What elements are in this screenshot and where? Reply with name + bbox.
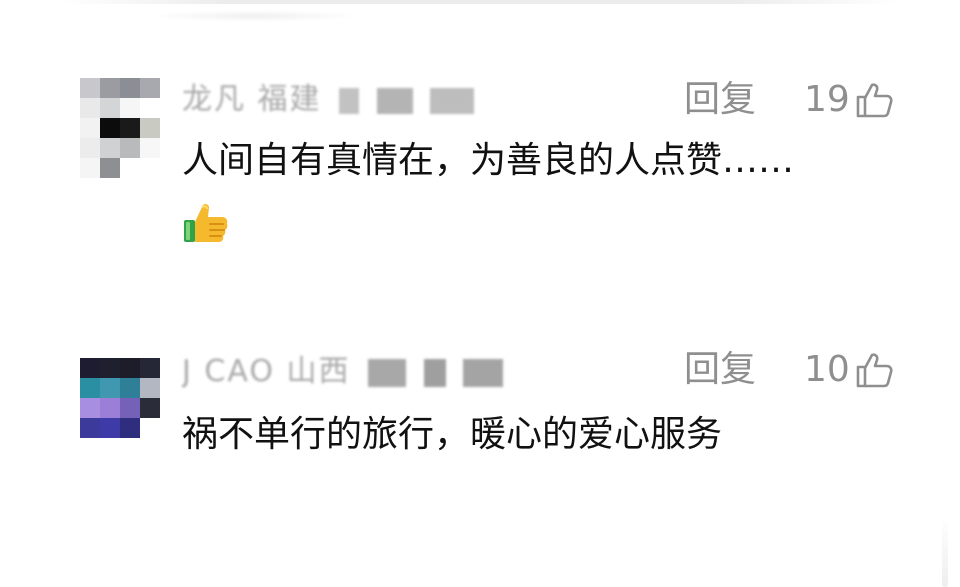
previous-comment-edge — [60, 0, 900, 4]
username[interactable]: J CAO 山西 — [182, 352, 504, 392]
like-button[interactable]: 10 — [804, 348, 894, 392]
comment-text: 祸不单行的旅行，暖心的爱心服务 — [182, 414, 723, 455]
scrollbar[interactable] — [942, 516, 948, 587]
avatar[interactable] — [80, 358, 160, 458]
comment-text: 人间自有真情在，为善良的人点赞…… — [182, 140, 795, 181]
thumbs-up-emoji-icon — [182, 198, 230, 250]
username[interactable]: 龙凡 福建 — [182, 80, 475, 120]
thumbs-up-icon — [856, 353, 893, 388]
thumbs-up-icon — [856, 83, 893, 118]
like-count: 19 — [804, 79, 850, 120]
username-text: 龙凡 福建 — [182, 82, 322, 117]
username-mosaic — [463, 358, 504, 387]
like-button[interactable]: 19 — [804, 78, 894, 122]
username-mosaic — [430, 87, 475, 114]
username-mosaic — [423, 358, 446, 387]
reply-button[interactable]: 回复 — [684, 348, 756, 392]
username-mosaic — [339, 87, 360, 114]
reply-button[interactable]: 回复 — [684, 78, 756, 122]
username-mosaic — [368, 358, 407, 387]
username-mosaic — [376, 87, 413, 114]
avatar[interactable] — [80, 78, 160, 178]
like-count: 10 — [804, 349, 850, 390]
username-text: J CAO 山西 — [182, 354, 351, 389]
previous-comment-shadow — [150, 10, 360, 22]
